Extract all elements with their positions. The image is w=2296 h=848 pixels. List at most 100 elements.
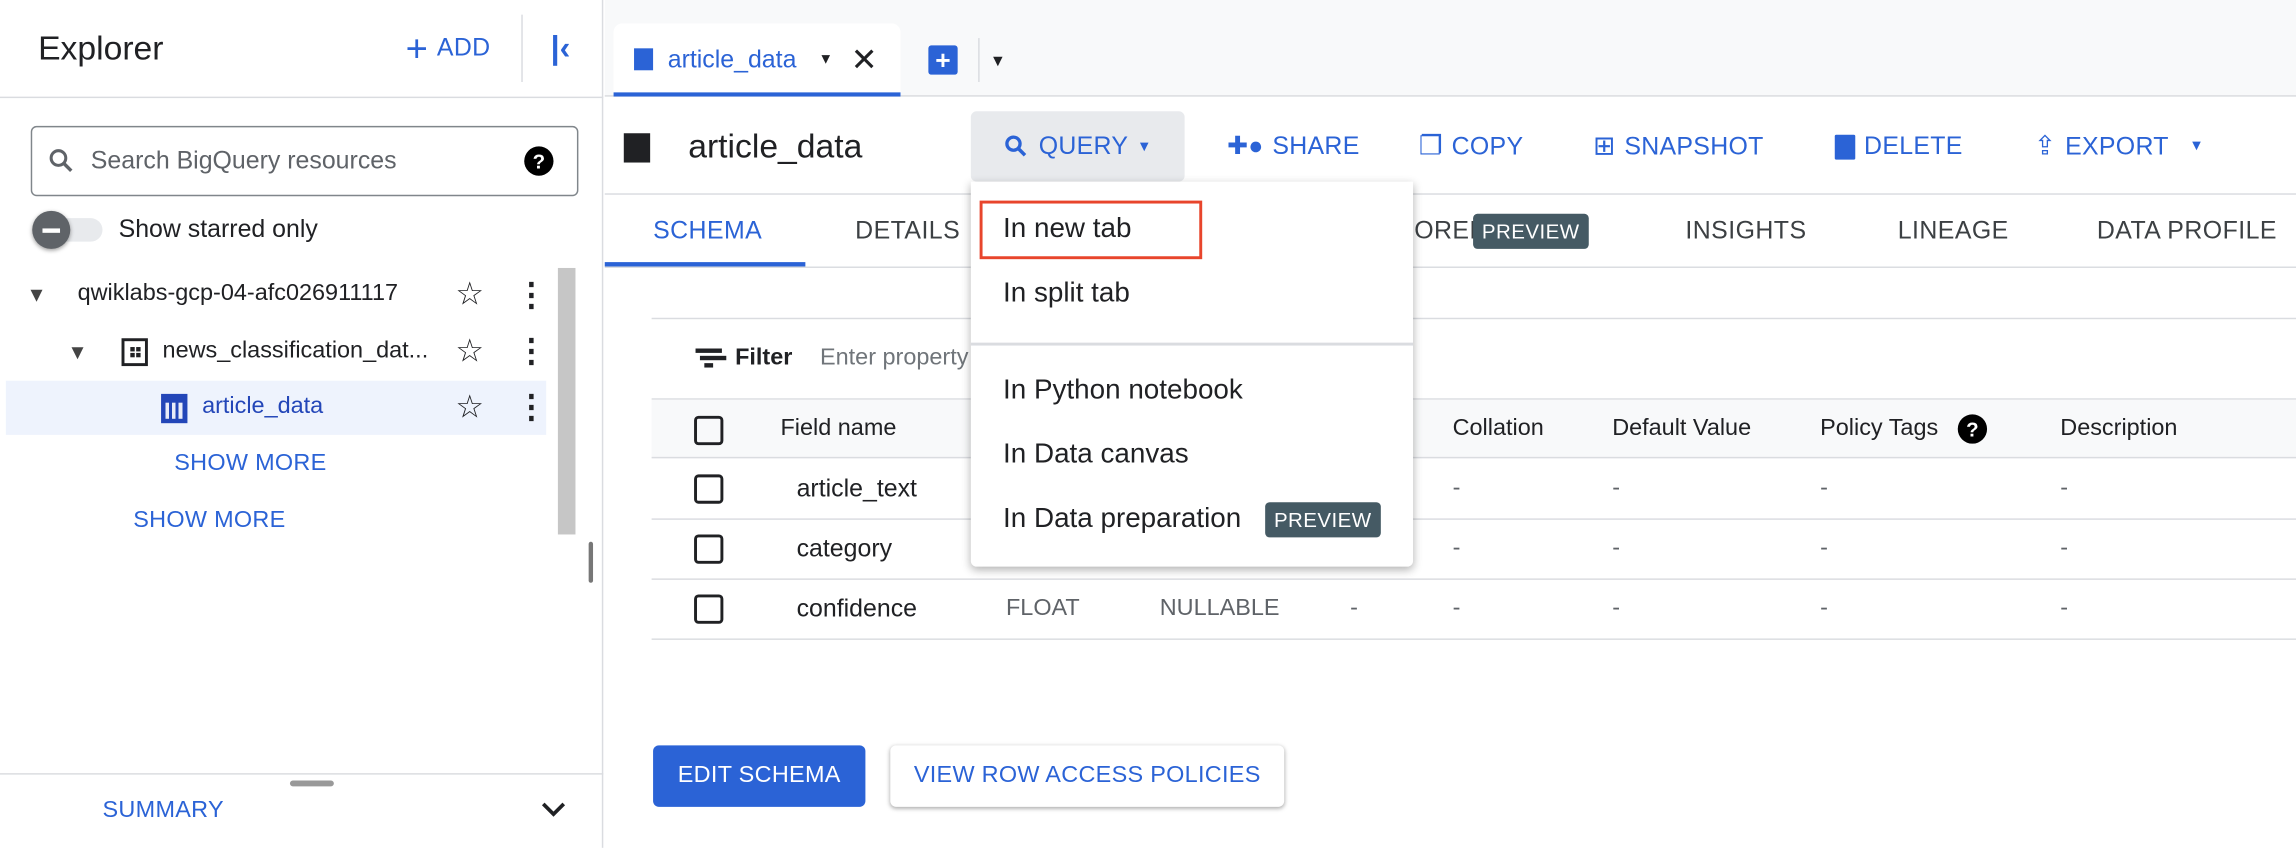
cell-mode: NULLABLE <box>1159 595 1280 621</box>
divider <box>521 14 523 83</box>
row-divider <box>651 518 2296 520</box>
page-title: article_data <box>688 126 863 165</box>
divider <box>604 193 2296 195</box>
editor-tab-article-data[interactable]: article_data ▼ ✕ <box>613 23 901 97</box>
cell-default: - <box>1612 535 1620 561</box>
header-collation: Collation <box>1452 415 1544 441</box>
tab-data-profile[interactable]: DATA PROFILE <box>2097 217 2277 246</box>
more-vert-icon[interactable]: ⋮ <box>515 332 547 370</box>
close-icon[interactable]: ✕ <box>851 41 878 79</box>
field-name: category <box>796 534 893 563</box>
view-row-access-policies-button[interactable]: VIEW ROW ACCESS POLICIES <box>890 745 1285 807</box>
export-button[interactable]: ⇪ EXPORT ▼ <box>2034 131 2204 162</box>
tree-item-project[interactable]: ▼ qwiklabs-gcp-04-afc026911117 ☆ ⋮ <box>0 267 549 323</box>
menu-item-data-canvas[interactable]: In Data canvas <box>1003 439 1189 471</box>
menu-item-data-preparation[interactable]: In Data preparation <box>1003 504 1241 536</box>
cell-description: - <box>2060 595 2069 621</box>
tree-item-table[interactable]: article_data ☆ ⋮ <box>5 380 548 435</box>
menu-item-python-notebook[interactable]: In Python notebook <box>1003 375 1243 407</box>
row-checkbox[interactable] <box>694 534 724 564</box>
divider <box>0 96 604 99</box>
select-all-checkbox[interactable] <box>694 415 724 446</box>
header-description: Description <box>2060 415 2178 441</box>
row-checkbox[interactable] <box>694 594 724 624</box>
show-more-tables-link[interactable]: SHOW MORE <box>174 451 326 477</box>
cell-policy: - <box>1820 475 1828 501</box>
scrollbar[interactable] <box>557 267 576 535</box>
edit-schema-button[interactable]: EDIT SCHEMA <box>653 745 866 807</box>
tab-menu-caret-icon[interactable]: ▼ <box>819 52 834 68</box>
field-name: article_text <box>796 474 917 503</box>
search-input[interactable]: Search BigQuery resources ? <box>30 125 579 197</box>
filter-icon <box>695 348 722 353</box>
copy-button[interactable]: ❐ COPY <box>1419 131 1523 162</box>
query-menu: In new tab In split tab In Python notebo… <box>970 181 1414 567</box>
tab-details[interactable]: DETAILS <box>855 217 960 246</box>
cell-key: - <box>1350 595 1358 621</box>
chevron-down-icon[interactable] <box>540 800 566 821</box>
show-more-datasets-link[interactable]: SHOW MORE <box>133 508 285 534</box>
cell-policy: - <box>1820 535 1828 561</box>
star-icon[interactable]: ☆ <box>455 388 484 426</box>
collapse-panel-icon[interactable]: |‹ <box>551 29 571 67</box>
show-starred-toggle[interactable] <box>32 210 103 249</box>
share-button[interactable]: ✚● SHARE <box>1227 132 1360 161</box>
tab-insights[interactable]: INSIGHTS <box>1685 217 1806 246</box>
explorer-panel: Explorer + ADD |‹ Search BigQuery resour… <box>0 0 604 848</box>
cell-default: - <box>1612 475 1620 501</box>
star-icon[interactable]: ☆ <box>455 275 484 313</box>
cell-default: - <box>1612 595 1620 621</box>
tab-schema[interactable]: SCHEMA <box>653 217 762 246</box>
summary-toggle[interactable]: SUMMARY <box>103 798 224 824</box>
header-field-name: Field name <box>780 415 897 441</box>
header-policy-tags: Policy Tags <box>1820 415 1939 441</box>
star-icon[interactable]: ☆ <box>455 332 484 370</box>
divider <box>651 317 2296 320</box>
cell-collation: - <box>1452 535 1461 561</box>
explorer-title: Explorer <box>38 28 164 67</box>
search-icon <box>1005 135 1027 157</box>
table-icon <box>623 133 651 163</box>
help-icon[interactable]: ? <box>1957 414 1988 444</box>
divider <box>604 266 2296 268</box>
field-name: confidence <box>796 594 917 623</box>
trash-icon <box>1834 133 1856 159</box>
help-icon[interactable]: ? <box>524 146 554 176</box>
cell-description: - <box>2060 535 2069 561</box>
add-button[interactable]: + ADD <box>406 29 491 67</box>
drag-handle[interactable] <box>289 780 334 787</box>
snapshot-button[interactable]: ⊞ SNAPSHOT <box>1593 131 1763 162</box>
caret-down-icon[interactable]: ▼ <box>990 53 1006 71</box>
show-starred-label: Show starred only <box>118 215 318 244</box>
caret-down-icon: ▼ <box>1137 138 1152 155</box>
menu-item-split-tab[interactable]: In split tab <box>1003 278 1130 310</box>
filter-label: Filter <box>735 345 793 371</box>
menu-item-new-tab[interactable]: In new tab <box>1003 214 1131 246</box>
header-default-value: Default Value <box>1612 415 1752 441</box>
new-query-button[interactable]: + <box>928 45 958 75</box>
plus-icon: + <box>405 26 429 71</box>
more-vert-icon[interactable]: ⋮ <box>515 388 547 426</box>
preview-badge: PREVIEW <box>1265 502 1381 538</box>
upload-icon: ⇪ <box>2033 131 2057 161</box>
person-add-icon: ✚● <box>1227 131 1264 160</box>
query-button[interactable]: QUERY ▼ <box>970 111 1185 182</box>
row-divider <box>651 638 2296 640</box>
divider <box>978 38 980 83</box>
more-vert-icon[interactable]: ⋮ <box>515 278 547 310</box>
cell-description: - <box>2060 475 2069 501</box>
tab-lineage[interactable]: LINEAGE <box>1898 217 2009 246</box>
cell-type: FLOAT <box>1005 595 1080 621</box>
resize-handle[interactable] <box>588 541 594 583</box>
caret-down-icon[interactable]: ▼ <box>26 283 46 306</box>
search-icon <box>49 149 73 173</box>
tree-item-dataset[interactable]: ▼ news_classification_dat... ☆ ⋮ <box>0 324 549 380</box>
delete-button[interactable]: DELETE <box>1834 132 1963 161</box>
copy-icon: ❐ <box>1418 131 1443 161</box>
table-icon <box>161 393 188 424</box>
caret-down-icon[interactable]: ▼ <box>67 340 87 363</box>
row-checkbox[interactable] <box>694 474 724 504</box>
row-divider <box>651 578 2296 580</box>
snapshot-icon: ⊞ <box>1593 131 1616 161</box>
divider <box>970 342 1414 346</box>
